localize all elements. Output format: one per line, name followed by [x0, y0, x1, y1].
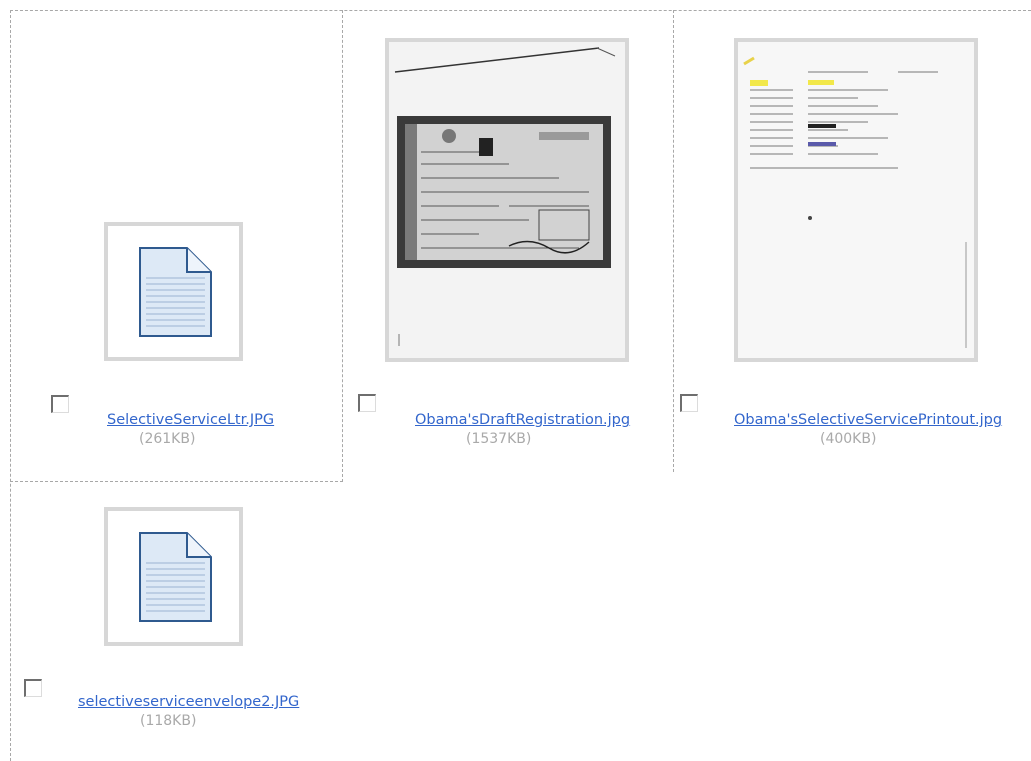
document-icon	[139, 247, 212, 337]
file-item: Obama'sSelectiveServicePrintout.jpg (400…	[674, 10, 1031, 472]
file-select-checkbox[interactable]	[24, 679, 42, 697]
file-thumbnail[interactable]	[104, 222, 243, 361]
file-thumbnail[interactable]	[734, 38, 978, 362]
file-name-link[interactable]: Obama'sSelectiveServicePrintout.jpg	[734, 412, 1002, 428]
file-name-link[interactable]: selectiveserviceenvelope2.JPG	[78, 694, 299, 710]
file-size: (118KB)	[140, 713, 197, 729]
file-size: (1537KB)	[466, 431, 532, 447]
document-icon	[139, 532, 212, 622]
file-item: SelectiveServiceLtr.JPG (261KB)	[10, 10, 343, 482]
file-size: (261KB)	[139, 431, 196, 447]
file-name-link[interactable]: Obama'sDraftRegistration.jpg	[415, 412, 630, 428]
file-select-checkbox[interactable]	[358, 394, 376, 412]
file-item: selectiveserviceenvelope2.JPG (118KB)	[10, 482, 342, 761]
file-item: Obama'sDraftRegistration.jpg (1537KB)	[343, 10, 674, 472]
file-select-checkbox[interactable]	[51, 395, 69, 413]
file-thumbnail[interactable]	[385, 38, 629, 362]
scanned-printout-page	[738, 42, 974, 358]
file-select-checkbox[interactable]	[680, 394, 698, 412]
scanned-draft-registration-card	[389, 42, 625, 358]
file-size: (400KB)	[820, 431, 877, 447]
file-thumbnail[interactable]	[104, 507, 243, 646]
file-name-link[interactable]: SelectiveServiceLtr.JPG	[107, 412, 274, 428]
